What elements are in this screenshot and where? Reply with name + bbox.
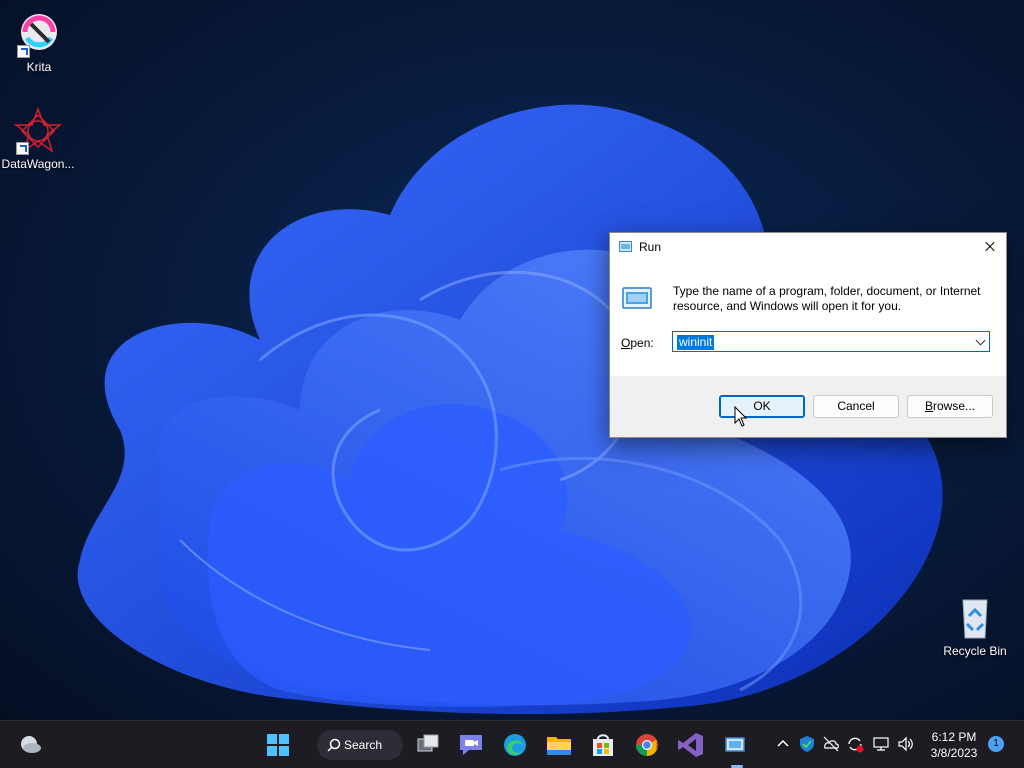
- desktop-icon-label: Krita: [26, 60, 52, 74]
- teams-chat-icon[interactable]: [455, 730, 487, 760]
- run-dialog-titlebar[interactable]: Run: [610, 233, 1006, 261]
- taskbar: Search 6:12 PM 3/8/2023: [0, 720, 1024, 768]
- open-label: Open:: [621, 336, 654, 350]
- task-view-icon[interactable]: [412, 730, 444, 760]
- network-icon[interactable]: [872, 735, 890, 753]
- browse-button[interactable]: Browse...: [907, 395, 993, 418]
- desktop-icon-recycle-bin[interactable]: Recycle Bin: [937, 594, 1013, 658]
- file-explorer-icon[interactable]: [543, 730, 575, 760]
- krita-icon: [15, 10, 63, 58]
- desktop-icon-label: DataWagon...: [1, 157, 75, 171]
- ok-button[interactable]: OK: [719, 395, 805, 418]
- run-program-icon: [622, 287, 652, 309]
- search-icon: [327, 738, 341, 752]
- datawagon-icon: [13, 106, 63, 155]
- weather-widget-icon[interactable]: [13, 730, 45, 760]
- run-app-icon: [619, 241, 632, 252]
- run-description: Type the name of a program, folder, docu…: [673, 284, 981, 313]
- search-label: Search: [344, 738, 383, 752]
- close-button[interactable]: [974, 233, 1006, 261]
- desktop-icon-label: Recycle Bin: [943, 644, 1007, 658]
- shortcut-arrow-icon: [17, 45, 30, 58]
- shortcut-arrow-icon: [16, 142, 29, 155]
- run-dialog-title: Run: [639, 240, 662, 254]
- desktop-icon-datawagon[interactable]: DataWagon...: [0, 106, 76, 171]
- mouse-cursor-icon: [734, 406, 748, 427]
- clock-date: 3/8/2023: [930, 746, 978, 760]
- sync-alert-icon[interactable]: [846, 735, 864, 753]
- notification-badge[interactable]: 1: [988, 736, 1004, 752]
- visual-studio-icon[interactable]: [675, 730, 707, 760]
- onedrive-offline-icon[interactable]: [822, 735, 840, 753]
- taskbar-search-button[interactable]: Search: [317, 730, 403, 760]
- desktop-icon-krita[interactable]: Krita: [1, 10, 77, 74]
- defender-shield-icon[interactable]: [798, 735, 816, 753]
- cancel-button[interactable]: Cancel: [813, 395, 899, 418]
- windows-start-icon[interactable]: [262, 730, 294, 760]
- run-dialog-icon[interactable]: [719, 730, 751, 760]
- taskbar-clock[interactable]: 6:12 PM 3/8/2023: [924, 729, 984, 761]
- microsoft-store-icon[interactable]: [587, 730, 619, 760]
- clock-time: 6:12 PM: [931, 730, 977, 744]
- chevron-up-icon[interactable]: [774, 735, 792, 753]
- recycle-bin-icon: [951, 594, 999, 642]
- open-combobox[interactable]: wininit: [672, 331, 990, 352]
- volume-icon[interactable]: [897, 735, 915, 753]
- edge-icon[interactable]: [499, 730, 531, 760]
- run-dialog: Run Type the name of a program, folder, …: [609, 232, 1007, 438]
- open-input-value[interactable]: wininit: [677, 335, 715, 350]
- chrome-icon[interactable]: [631, 730, 663, 760]
- chevron-down-icon[interactable]: [975, 335, 986, 346]
